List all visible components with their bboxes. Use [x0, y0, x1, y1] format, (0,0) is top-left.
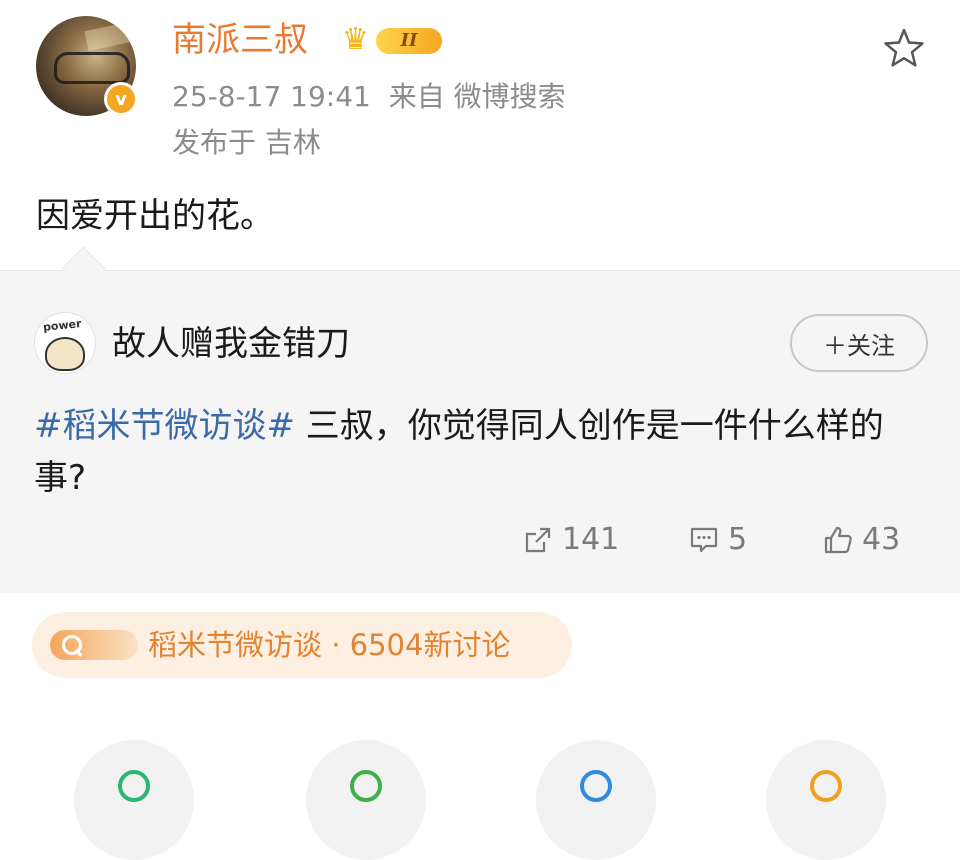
author-name[interactable]: 南派三叔 [172, 18, 308, 62]
like-count: 43 [862, 522, 901, 557]
share-qq-button[interactable] [536, 740, 656, 860]
moments-icon [350, 770, 382, 802]
post-location: 发布于 吉林 [172, 126, 321, 159]
quoted-post-text: #稻米节微访谈# 三叔，你觉得同人创作是一件什么样的事? [34, 400, 934, 504]
comment-button[interactable]: 5 [688, 518, 758, 562]
wechat-icon [118, 770, 150, 802]
hashtag-link[interactable]: #稻米节微访谈# [34, 406, 295, 446]
repost-icon [525, 527, 551, 553]
magnifier-handle [74, 649, 83, 657]
share-more-button[interactable] [766, 740, 886, 860]
topic-link[interactable]: 稻米节微访谈 · 6504新讨论 [32, 612, 572, 678]
more-share-icon [810, 770, 842, 802]
follow-button[interactable]: ＋关注 [790, 314, 928, 372]
comment-icon [690, 527, 718, 553]
share-moments-button[interactable] [306, 740, 426, 860]
avatar-caption: power [42, 317, 83, 334]
avatar-highlight [84, 21, 136, 51]
vip-level-label: II [376, 28, 442, 54]
search-topic-icon [50, 630, 138, 660]
like-button[interactable]: 43 [822, 518, 912, 562]
avatar-face-image [45, 337, 85, 371]
repost-button[interactable]: 141 [522, 518, 622, 562]
repost-count: 141 [562, 522, 620, 557]
post-text: 因爱开出的花。 [36, 196, 274, 236]
avatar-glasses-image [54, 52, 130, 84]
thumbs-up-icon [824, 526, 852, 554]
vip-badge[interactable]: ♛ II [342, 22, 446, 58]
comment-count: 5 [728, 522, 748, 557]
quoted-author-avatar[interactable]: power [34, 312, 96, 374]
quoted-author-name[interactable]: 故人赠我金错刀 [112, 320, 350, 368]
post-header: v 南派三叔 ♛ II 25-8-17 19:41 来自 微博搜索 发布于 吉林 [0, 0, 960, 170]
post-source[interactable]: 来自 微博搜索 [389, 80, 566, 113]
post-meta: 25-8-17 19:41 来自 微博搜索 [172, 78, 566, 116]
qq-icon [580, 770, 612, 802]
post-timestamp: 25-8-17 19:41 [172, 80, 371, 113]
share-wechat-button[interactable] [74, 740, 194, 860]
star-outline-icon[interactable] [882, 26, 926, 70]
topic-label: 稻米节微访谈 · 6504新讨论 [148, 628, 511, 662]
verified-badge-icon: v [104, 82, 138, 116]
